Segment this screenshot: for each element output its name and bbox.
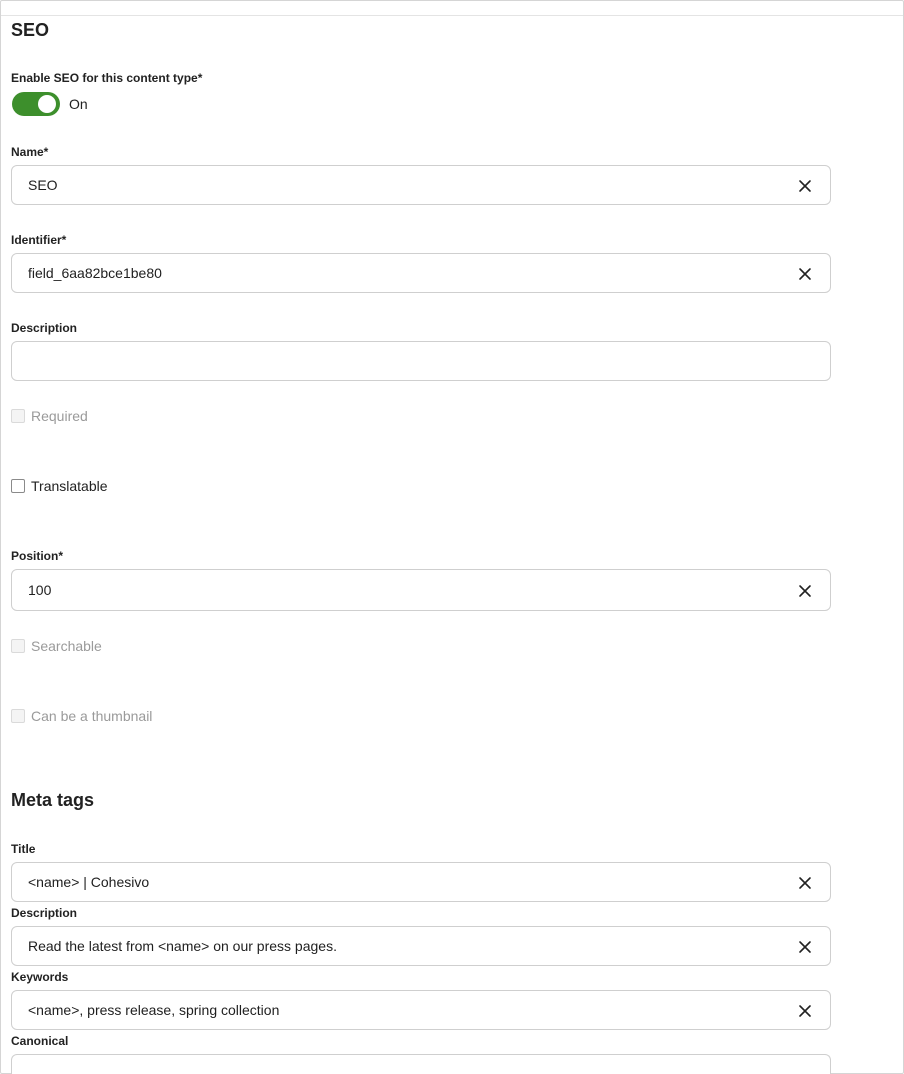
meta-title-label: Title <box>11 842 36 856</box>
form-panel <box>0 0 904 1074</box>
required-row: Required <box>11 408 88 424</box>
toggle-knob <box>38 95 56 113</box>
close-icon[interactable] <box>798 584 812 598</box>
meta-title-value: <name> | Cohesivo <box>28 874 150 890</box>
close-icon[interactable] <box>798 179 812 193</box>
toggle-state-text: On <box>69 96 88 112</box>
meta-description-input[interactable]: Read the latest from <name> on our press… <box>11 926 831 966</box>
meta-keywords-label: Keywords <box>11 970 69 984</box>
meta-keywords-value: <name>, press release, spring collection <box>28 1002 280 1018</box>
searchable-checkbox[interactable] <box>11 639 25 653</box>
translatable-row: Translatable <box>11 478 108 494</box>
name-input[interactable]: SEO <box>11 165 831 205</box>
meta-canonical-input[interactable] <box>11 1054 831 1074</box>
meta-keywords-input[interactable]: <name>, press release, spring collection <box>11 990 831 1030</box>
required-checkbox[interactable] <box>11 409 25 423</box>
close-icon[interactable] <box>798 876 812 890</box>
searchable-row: Searchable <box>11 638 102 654</box>
identifier-value: field_6aa82bce1be80 <box>28 265 162 281</box>
section-title-meta-tags: Meta tags <box>11 790 95 810</box>
position-label: Position* <box>11 549 64 563</box>
thumbnail-row: Can be a thumbnail <box>11 708 152 724</box>
translatable-label: Translatable <box>31 478 108 494</box>
position-input[interactable]: 100 <box>11 569 831 611</box>
position-value: 100 <box>28 582 52 598</box>
meta-title-input[interactable]: <name> | Cohesivo <box>11 862 831 902</box>
name-value: SEO <box>28 177 58 193</box>
thumbnail-checkbox[interactable] <box>11 709 25 723</box>
close-icon[interactable] <box>798 940 812 954</box>
description-input[interactable] <box>11 341 831 381</box>
enable-seo-label: Enable SEO for this content type* <box>11 71 203 85</box>
section-title-seo: SEO <box>11 20 50 40</box>
meta-canonical-label: Canonical <box>11 1034 69 1048</box>
name-label: Name* <box>11 145 49 159</box>
identifier-input[interactable]: field_6aa82bce1be80 <box>11 253 831 293</box>
enable-seo-toggle[interactable] <box>12 92 60 116</box>
searchable-label: Searchable <box>31 638 102 654</box>
meta-description-label: Description <box>11 906 78 920</box>
required-label: Required <box>31 408 88 424</box>
translatable-checkbox[interactable] <box>11 479 25 493</box>
thumbnail-label: Can be a thumbnail <box>31 708 153 724</box>
close-icon[interactable] <box>798 1004 812 1018</box>
divider <box>1 15 903 16</box>
close-icon[interactable] <box>798 267 812 281</box>
identifier-label: Identifier* <box>11 233 67 247</box>
description-label: Description <box>11 321 78 335</box>
meta-description-value: Read the latest from <name> on our press… <box>28 938 337 954</box>
